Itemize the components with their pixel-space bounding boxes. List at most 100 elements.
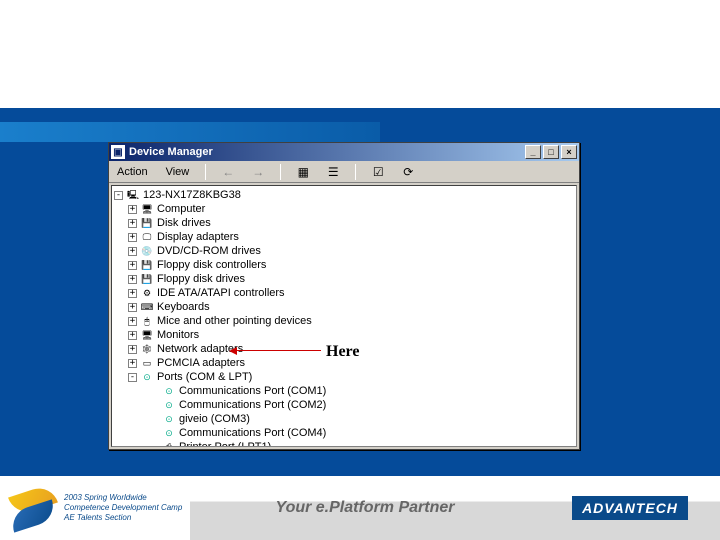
net-icon bbox=[140, 343, 154, 355]
expand-toggle[interactable]: + bbox=[128, 331, 137, 340]
tree-item-label: Computer bbox=[157, 202, 205, 216]
expand-toggle[interactable]: + bbox=[128, 233, 137, 242]
port-icon bbox=[162, 427, 176, 439]
expand-toggle[interactable]: + bbox=[128, 275, 137, 284]
port-icon bbox=[162, 399, 176, 411]
advantech-logo: ADVANTECH bbox=[572, 496, 688, 520]
kb-icon bbox=[140, 301, 154, 313]
expand-spacer bbox=[150, 429, 159, 438]
expand-spacer bbox=[150, 387, 159, 396]
app-icon: ▣ bbox=[111, 145, 125, 159]
tree-item-label: PCMCIA adapters bbox=[157, 356, 245, 370]
port-icon bbox=[162, 413, 176, 425]
callout-label: Here bbox=[326, 343, 359, 361]
device-tree[interactable]: - 123-NX17Z8KBG38 + Computer + Disk drives+Di… bbox=[111, 185, 577, 447]
computer-icon bbox=[140, 203, 154, 215]
expand-spacer bbox=[150, 443, 159, 448]
camp-line: Competence Development Camp bbox=[64, 503, 182, 513]
expand-spacer bbox=[150, 401, 159, 410]
expand-toggle[interactable]: + bbox=[128, 247, 137, 256]
tree-item[interactable]: + Disk drives bbox=[114, 216, 574, 230]
port-icon bbox=[140, 371, 154, 383]
swoosh-icon bbox=[8, 484, 60, 532]
floppy-icon bbox=[140, 259, 154, 271]
pcmcia-icon bbox=[140, 357, 154, 369]
titlebar[interactable]: ▣ Device Manager _ □ × bbox=[109, 143, 579, 161]
tree-child[interactable]: Communications Port (COM4) bbox=[114, 426, 574, 440]
tree-item-label: IDE ATA/ATAPI controllers bbox=[157, 286, 285, 300]
expand-toggle[interactable]: + bbox=[128, 303, 137, 312]
footer: 2003 Spring Worldwide Competence Develop… bbox=[0, 476, 720, 540]
tree-item-label: Disk drives bbox=[157, 216, 211, 230]
tree-item[interactable]: + Keyboards bbox=[114, 300, 574, 314]
tree-item-label: Monitors bbox=[157, 328, 199, 342]
tree-child[interactable]: giveio (COM3) bbox=[114, 412, 574, 426]
tree-item-label: DVD/CD-ROM drives bbox=[157, 244, 261, 258]
tree-item[interactable]: + IDE ATA/ATAPI controllers bbox=[114, 286, 574, 300]
tree-child[interactable]: Communications Port (COM1) bbox=[114, 384, 574, 398]
menu-view[interactable]: View bbox=[162, 164, 194, 180]
monitor-icon bbox=[140, 329, 154, 341]
display-icon bbox=[140, 231, 154, 243]
computer-icon bbox=[126, 189, 140, 201]
tree-item[interactable]: + DVD/CD-ROM drives bbox=[114, 244, 574, 258]
expand-toggle[interactable]: + bbox=[128, 289, 137, 298]
expand-toggle[interactable]: - bbox=[114, 191, 123, 200]
tree-item[interactable]: + Computer bbox=[114, 202, 574, 216]
tree-item-label: Keyboards bbox=[157, 300, 210, 314]
tree-item[interactable]: + Mice and other pointing devices bbox=[114, 314, 574, 328]
expand-toggle[interactable]: + bbox=[128, 317, 137, 326]
expand-toggle[interactable]: + bbox=[128, 205, 137, 214]
expand-toggle[interactable]: + bbox=[128, 345, 137, 354]
tree-child-label: Communications Port (COM2) bbox=[179, 398, 326, 412]
camp-logo: 2003 Spring Worldwide Competence Develop… bbox=[0, 476, 190, 540]
tree-item[interactable]: +Display adapters bbox=[114, 230, 574, 244]
port-icon bbox=[162, 385, 176, 397]
tree-root-label: 123-NX17Z8KBG38 bbox=[143, 188, 241, 202]
tree-item[interactable]: + Floppy disk drives bbox=[114, 272, 574, 286]
mouse-icon bbox=[140, 315, 154, 327]
tree-root[interactable]: - 123-NX17Z8KBG38 bbox=[114, 188, 574, 202]
cd-icon bbox=[140, 245, 154, 257]
device-manager-window: ▣ Device Manager _ □ × Action View ← → ▦… bbox=[108, 142, 580, 450]
tree-child-label: Communications Port (COM1) bbox=[179, 384, 326, 398]
tree-child-label: giveio (COM3) bbox=[179, 412, 250, 426]
camp-line: AE Talents Section bbox=[64, 513, 182, 523]
nav-back-button[interactable]: ← bbox=[218, 163, 238, 181]
maximize-button[interactable]: □ bbox=[543, 145, 559, 159]
menu-action[interactable]: Action bbox=[113, 164, 152, 180]
tree-item-label: Ports (COM & LPT) bbox=[157, 370, 252, 384]
properties-button[interactable]: ☑ bbox=[368, 163, 388, 181]
minimize-button[interactable]: _ bbox=[525, 145, 541, 159]
tree-child[interactable]: Printer Port (LPT1) bbox=[114, 440, 574, 447]
accent-bar bbox=[0, 122, 380, 142]
expand-toggle[interactable]: + bbox=[128, 261, 137, 270]
tree-item-label: Floppy disk controllers bbox=[157, 258, 266, 272]
toolbar-button[interactable]: ▦ bbox=[293, 163, 313, 181]
close-button[interactable]: × bbox=[561, 145, 577, 159]
camp-line: 2003 Spring Worldwide bbox=[64, 493, 182, 503]
tagline: Your e.Platform Partner bbox=[190, 476, 540, 540]
expand-toggle[interactable]: + bbox=[128, 219, 137, 228]
toolbar-button[interactable]: ☰ bbox=[323, 163, 343, 181]
nav-forward-button[interactable]: → bbox=[248, 163, 268, 181]
tree-item[interactable]: + Floppy disk controllers bbox=[114, 258, 574, 272]
floppy-icon bbox=[140, 273, 154, 285]
tree-item-label: Floppy disk drives bbox=[157, 272, 245, 286]
disk-icon bbox=[140, 217, 154, 229]
printer-icon bbox=[162, 441, 176, 447]
tree-item-label: Mice and other pointing devices bbox=[157, 314, 312, 328]
expand-toggle[interactable]: + bbox=[128, 359, 137, 368]
tree-item[interactable]: + Monitors bbox=[114, 328, 574, 342]
refresh-button[interactable]: ⟳ bbox=[398, 163, 418, 181]
callout-arrow-icon bbox=[229, 347, 237, 355]
expand-spacer bbox=[150, 415, 159, 424]
tree-item[interactable]: - Ports (COM & LPT) bbox=[114, 370, 574, 384]
callout-line bbox=[236, 350, 321, 351]
tree-child-label: Printer Port (LPT1) bbox=[179, 440, 271, 447]
tree-child-label: Communications Port (COM4) bbox=[179, 426, 326, 440]
tree-child[interactable]: Communications Port (COM2) bbox=[114, 398, 574, 412]
toolbar: Action View ← → ▦ ☰ ☑ ⟳ bbox=[109, 161, 579, 183]
expand-toggle[interactable]: - bbox=[128, 373, 137, 382]
ide-icon bbox=[140, 287, 154, 299]
